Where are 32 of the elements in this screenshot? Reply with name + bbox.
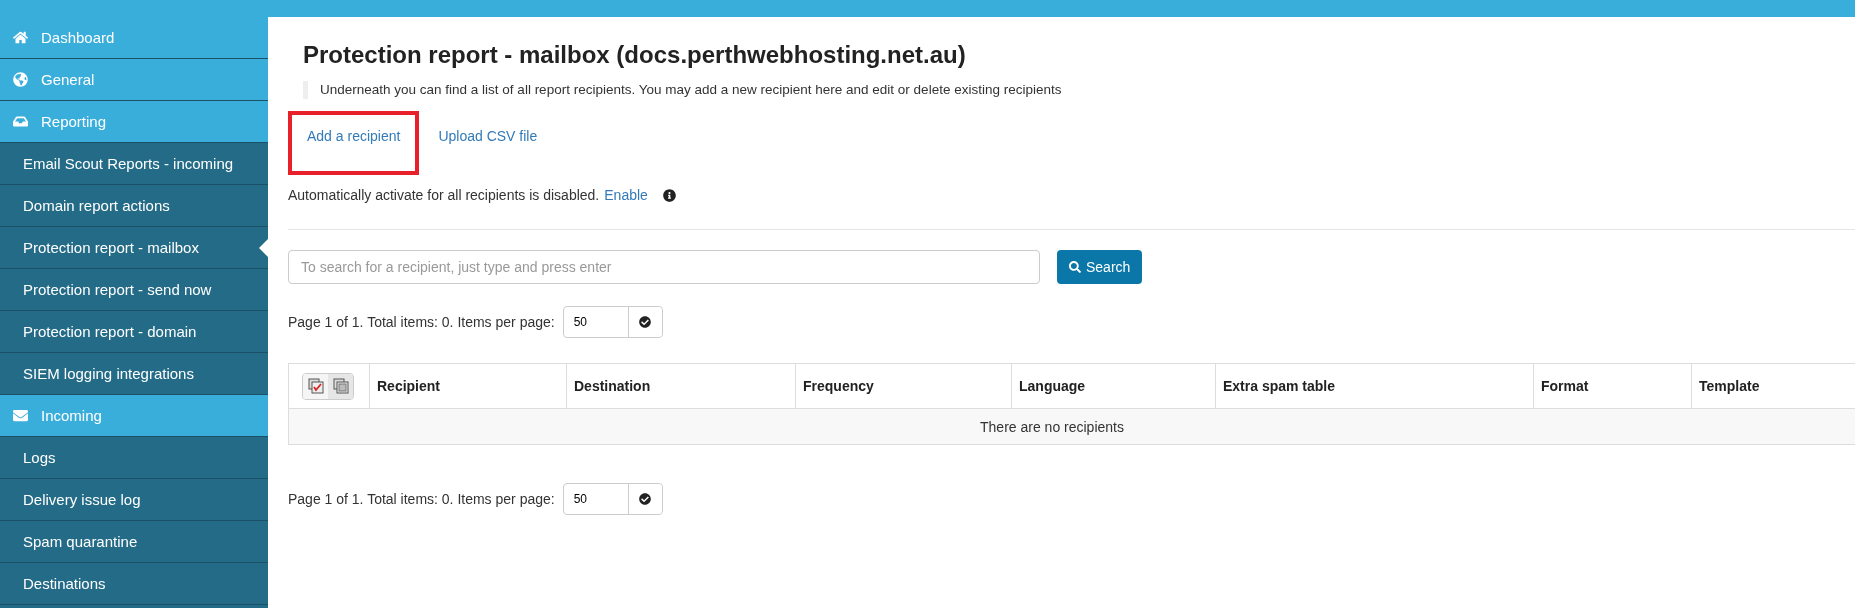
- column-header: Template: [1691, 364, 1855, 408]
- info-icon[interactable]: [662, 188, 676, 202]
- globe-icon: [13, 72, 28, 87]
- envelope-icon: [13, 408, 28, 423]
- column-header: Recipient: [369, 364, 566, 408]
- column-header: Destination: [566, 364, 795, 408]
- search-field[interactable]: To search for a recipient, just type and press enter: [288, 250, 1040, 284]
- auto-activate-text: Automatically activate for all recipients is disabled.: [288, 187, 600, 203]
- column-header: Extra spam table: [1215, 364, 1533, 408]
- empty-message: There are no recipients: [980, 418, 1124, 435]
- search-button[interactable]: Search: [1057, 250, 1143, 284]
- enable-link[interactable]: Enable: [604, 187, 648, 203]
- pager-text: Page 1 of 1. Total items: 0. Items per page:: [288, 491, 555, 507]
- inbox-icon: [13, 114, 28, 129]
- pager-text: Page 1 of 1. Total items: 0. Items per page:: [288, 314, 555, 330]
- select-all-icon: [307, 378, 324, 394]
- search-icon: [1069, 261, 1081, 273]
- check-icon: [639, 493, 652, 505]
- items-per-page-field[interactable]: 50: [562, 306, 663, 338]
- check-icon: [639, 316, 652, 328]
- column-header: Language: [1011, 364, 1215, 408]
- deselect-all-button[interactable]: [328, 373, 353, 399]
- action-link[interactable]: Upload CSV file: [419, 111, 557, 175]
- select-all-button[interactable]: [303, 373, 328, 399]
- action-link[interactable]: Add a recipient: [288, 111, 420, 175]
- home-icon: [13, 30, 28, 45]
- column-header: Frequency: [795, 364, 1011, 408]
- items-per-page-field[interactable]: 50: [562, 483, 663, 515]
- deselect-all-icon: [332, 378, 349, 394]
- column-header: Format: [1533, 364, 1691, 408]
- page-description: Underneath you can find a list of all report recipients. You may add a new recipient here and edit or delete existing recipients: [303, 81, 1855, 99]
- page-title: Protection report - mailbox (docs.perthwebhosting.net.au): [303, 41, 967, 69]
